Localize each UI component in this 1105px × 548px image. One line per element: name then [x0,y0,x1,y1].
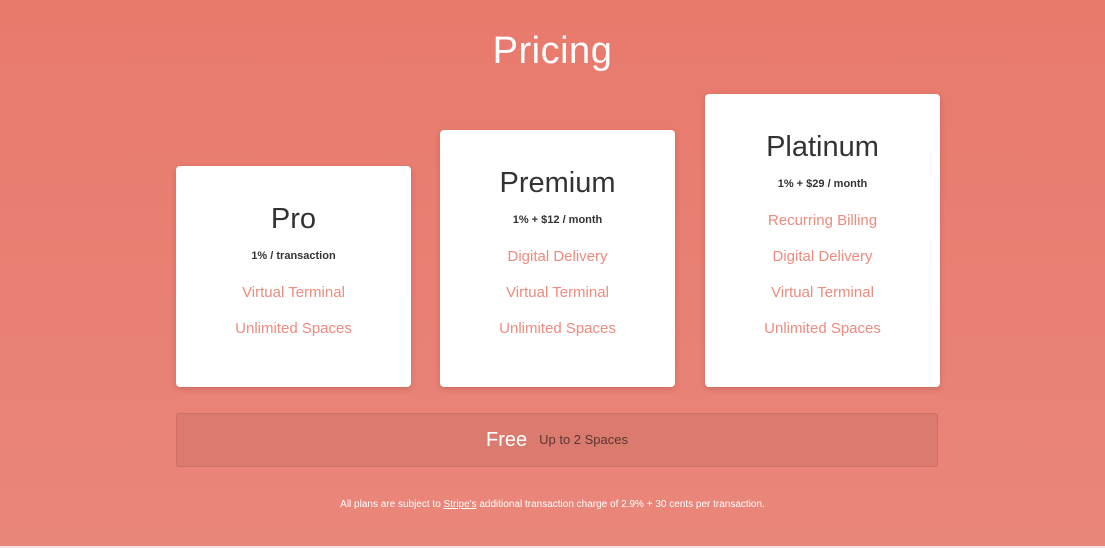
plan-card-pro[interactable]: Pro 1% / transaction Virtual Terminal Un… [176,166,411,387]
feature-item: Virtual Terminal [771,284,874,301]
feature-item: Unlimited Spaces [764,320,881,337]
plan-price: 1% + $29 / month [777,178,868,190]
feature-item: Recurring Billing [767,212,878,229]
plan-name: Pro [270,203,317,235]
free-plan-detail: Up to 2 Spaces [539,432,628,447]
page-title: Pricing [492,30,613,72]
feature-item: Unlimited Spaces [499,320,616,337]
footnote-text-after: additional transaction charge of 2.9% + … [476,499,765,510]
plan-price: 1% / transaction [251,250,336,262]
feature-list: Digital Delivery Virtual Terminal Unlimi… [440,239,675,347]
plan-name: Premium [499,167,616,199]
feature-item: Virtual Terminal [506,284,609,301]
plan-price: 1% + $12 / month [512,214,603,226]
footnote-text-before: All plans are subject to [340,499,444,510]
feature-item: Unlimited Spaces [235,320,352,337]
feature-item: Digital Delivery [772,248,873,265]
stripe-link[interactable]: Stripe's [444,499,477,510]
feature-item: Digital Delivery [507,248,608,265]
plan-name: Platinum [766,131,879,163]
feature-list: Recurring Billing Digital Delivery Virtu… [705,203,940,347]
plan-card-premium[interactable]: Premium 1% + $12 / month Digital Deliver… [440,130,675,387]
plan-card-platinum[interactable]: Platinum 1% + $29 / month Recurring Bill… [705,94,940,387]
feature-item: Virtual Terminal [242,284,345,301]
feature-list: Virtual Terminal Unlimited Spaces [176,275,411,347]
pricing-footnote: All plans are subject to Stripe's additi… [0,499,1105,510]
free-plan-label: Free [485,429,528,451]
free-plan-bar[interactable]: Free Up to 2 Spaces [176,413,938,467]
